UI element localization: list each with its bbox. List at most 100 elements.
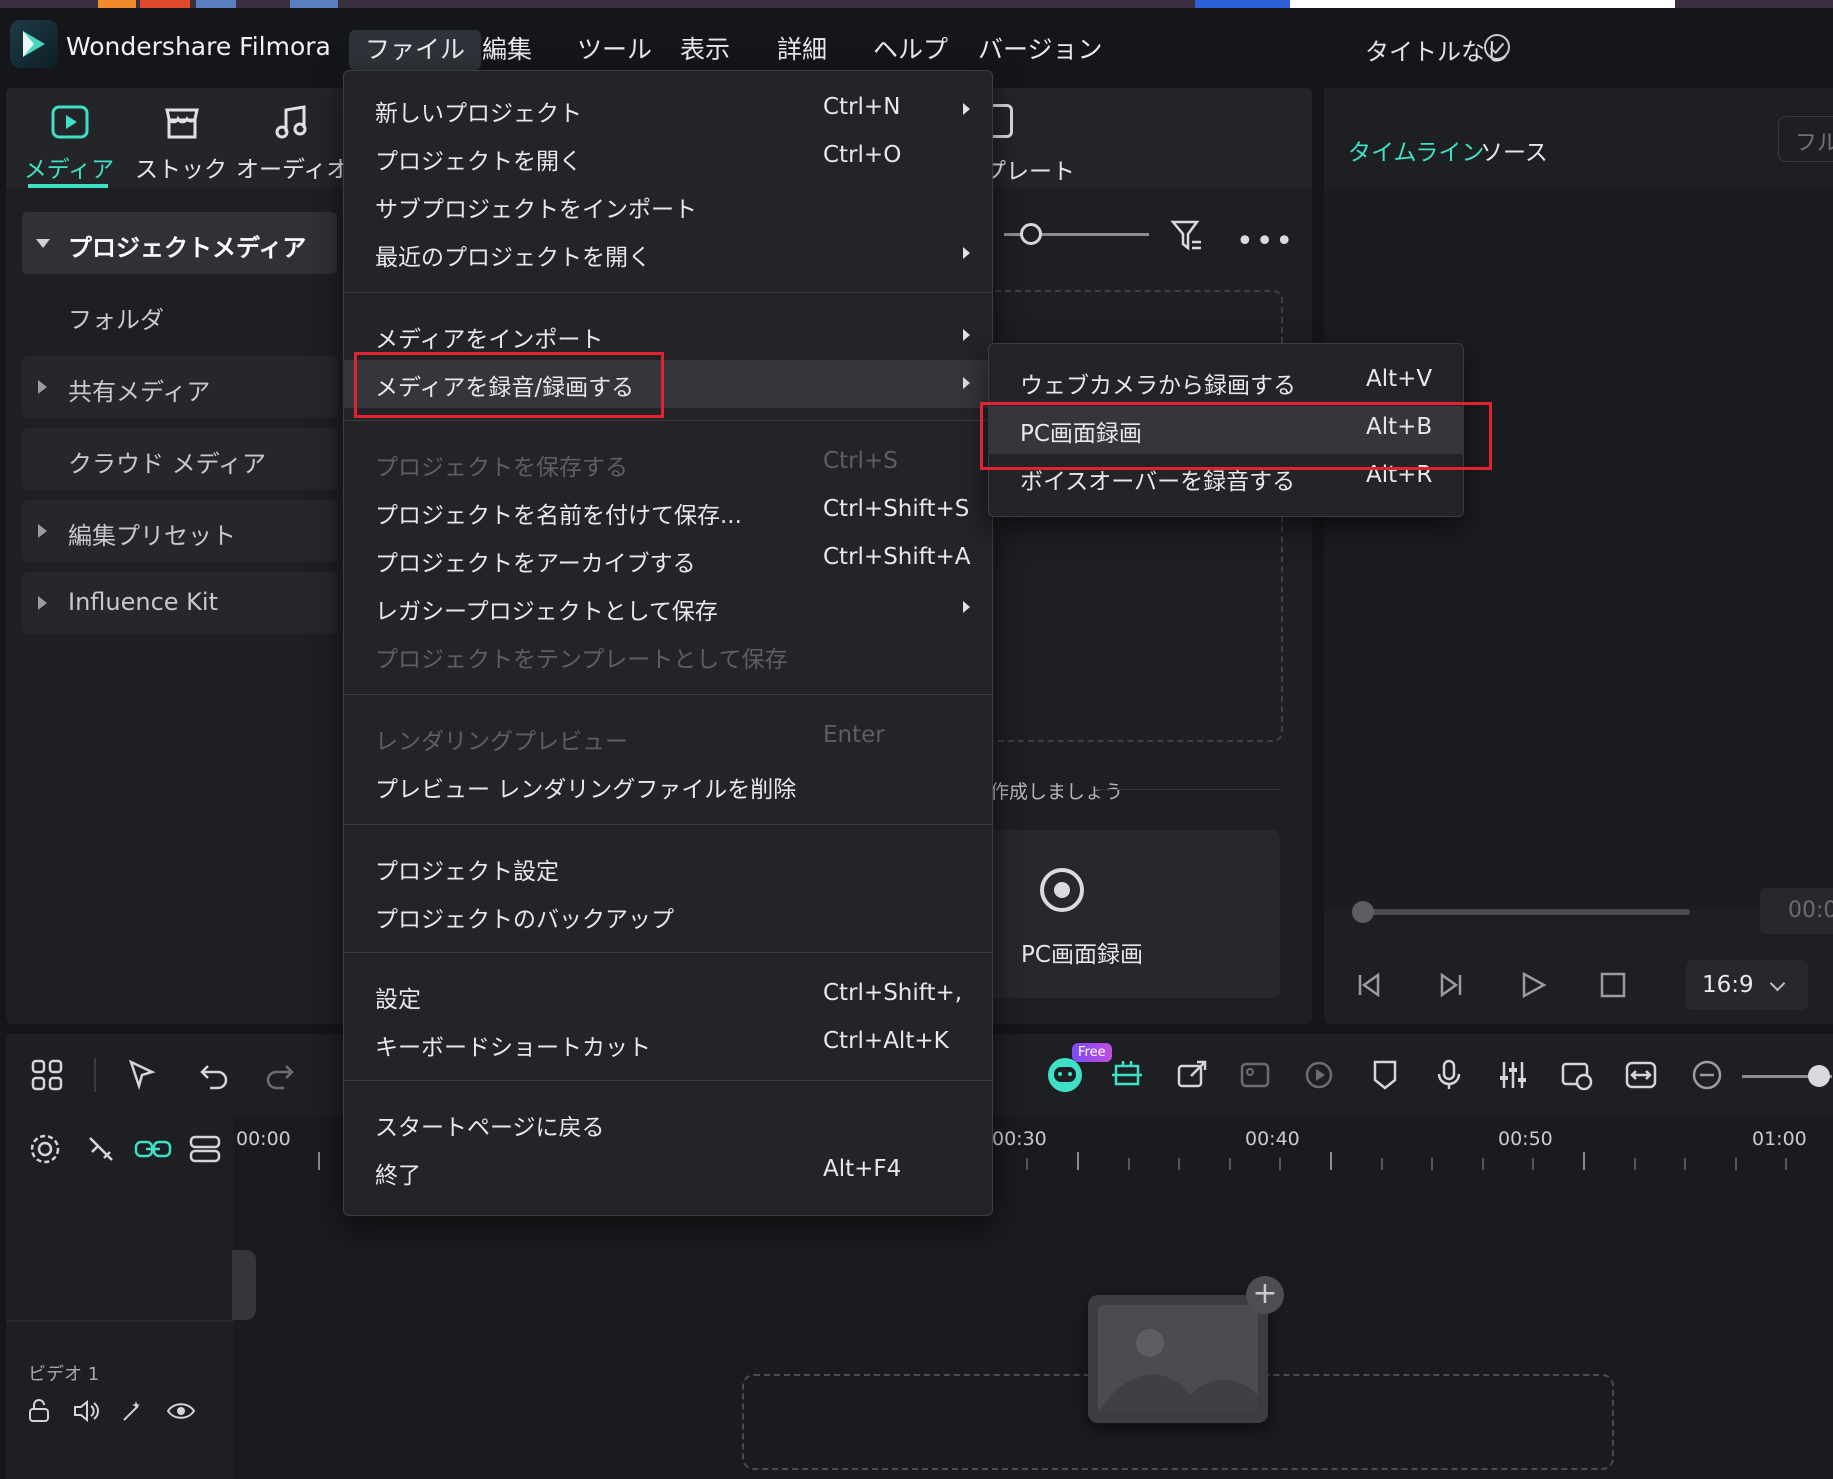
ruler-tick [1279,1158,1281,1170]
file-menu-item[interactable]: プレビュー レンダリングファイルを削除 [343,762,993,810]
microphone-icon[interactable] [1432,1058,1466,1092]
play-icon[interactable] [1518,970,1548,1000]
track-manage-icon[interactable] [188,1132,222,1166]
ruler-tick [1178,1158,1180,1170]
sidebar-item-edit-presets[interactable]: 編集プリセット [22,500,337,562]
ruler-label: 00:30 [992,1128,1047,1150]
file-menu-item[interactable]: 設定 Ctrl+Shift+, [343,972,993,1020]
tab-template-label[interactable]: プレート [983,152,1075,186]
marker-icon[interactable] [1368,1058,1402,1092]
file-menu-item[interactable]: プロジェクト設定 [343,844,993,892]
file-menu-item[interactable]: スタートページに戻る [343,1100,993,1148]
file-menu-item[interactable]: プロジェクトを開く Ctrl+O [343,134,993,182]
track-collapse-handle[interactable] [232,1250,256,1320]
filter-icon[interactable] [1170,218,1204,252]
layout-grid-icon[interactable] [30,1058,64,1092]
magic-wand-icon[interactable] [120,1398,146,1424]
sidebar-item-influence-kit[interactable]: Influence Kit [22,572,337,634]
menubar-version[interactable]: バージョン [962,30,1119,70]
zoom-out-icon[interactable] [1690,1058,1724,1092]
menu-item-shortcut: Ctrl+Alt+K [823,1028,949,1054]
ruler-tick [1330,1152,1332,1170]
submenu-arrow-icon [963,329,970,341]
pc-screen-record-card[interactable] [985,830,1280,998]
menu-separator [344,292,992,293]
speed-icon[interactable] [1302,1058,1336,1092]
link-icon[interactable] [134,1132,172,1166]
submenu-arrow-icon [963,103,970,115]
eye-icon[interactable] [166,1398,196,1424]
sidebar-item-shared-media[interactable]: 共有メディア [22,356,337,418]
unlink-icon[interactable] [84,1132,118,1166]
audio-mixer-icon[interactable] [1496,1058,1530,1092]
menu-item-label: プロジェクトを保存する [375,455,628,481]
full-quality-button[interactable]: フル [1778,116,1833,162]
export-clip-icon[interactable] [1175,1058,1209,1092]
chevron-down-icon [36,239,50,248]
file-menu-item[interactable]: キーボードショートカット Ctrl+Alt+K [343,1020,993,1068]
image-adjust-icon[interactable] [1238,1058,1272,1092]
image-placeholder-icon [1098,1305,1258,1413]
tab-audio[interactable]: オーディオ [236,98,350,188]
menu-separator [344,952,992,953]
ruler-tick [1583,1152,1585,1170]
menubar-edit[interactable]: 編集 [466,30,548,70]
undo-icon[interactable] [198,1058,232,1092]
menu-item-label: プロジェクトをアーカイブする [375,551,696,577]
redo-icon[interactable] [262,1058,296,1092]
add-media-plus-icon[interactable]: + [1246,1276,1284,1314]
menu-item-shortcut: Enter [823,722,885,748]
sidebar-item-cloud-media[interactable]: クラウド メディア [22,428,337,490]
sidebar-item-project-media[interactable]: プロジェクトメディア [22,212,337,274]
file-menu-item[interactable]: プロジェクトをアーカイブする Ctrl+Shift+A [343,536,993,584]
fit-timeline-icon[interactable] [1624,1058,1658,1092]
tab-media[interactable]: メディア [14,98,124,188]
menubar-tools[interactable]: ツール [561,30,668,70]
playback-progress-bar[interactable] [1360,909,1690,915]
stop-icon[interactable] [1598,970,1628,1000]
menubar-help[interactable]: ヘルプ [857,30,964,70]
select-tool-icon[interactable] [126,1058,160,1092]
menu-item-label: プロジェクト設定 [375,859,559,885]
menu-item-label: ウェブカメラから録画する [1020,373,1296,399]
app-name: Wondershare Filmora [66,32,331,61]
speaker-icon[interactable] [72,1398,100,1424]
tab-stock[interactable]: ストック [126,98,236,188]
timeline-zoom-knob[interactable] [1808,1065,1830,1087]
file-menu-item[interactable]: レガシープロジェクトとして保存 [343,584,993,632]
preview-canvas [1324,190,1833,910]
submenu-arrow-icon [963,247,970,259]
auto-reframe-icon[interactable] [1110,1058,1144,1092]
file-menu-item[interactable]: プロジェクトを名前を付けて保存... Ctrl+Shift+S [343,488,993,536]
media-icon [51,105,89,139]
playback-progress-knob[interactable] [1352,901,1374,923]
file-menu-item[interactable]: 終了 Alt+F4 [343,1148,993,1196]
file-menu-item[interactable]: プロジェクトのバックアップ [343,892,993,940]
previous-frame-icon[interactable] [1354,970,1384,1000]
top-accent-strip [0,0,1833,8]
menu-item-shortcut: Ctrl+Shift+A [823,544,971,570]
tab-source[interactable]: ソース [1480,133,1548,167]
menubar-advanced[interactable]: 詳細 [761,30,843,70]
file-menu-item[interactable]: サブプロジェクトをインポート [343,182,993,230]
thumbnail-size-slider-knob[interactable] [1020,223,1042,245]
record-submenu-item[interactable]: ウェブカメラから録画する Alt+V [988,358,1464,406]
file-menu-item[interactable]: 最近のプロジェクトを開く [343,230,993,278]
settings-gear-icon[interactable] [28,1132,62,1166]
ruler-tick [1532,1158,1534,1170]
tab-audio-label: オーディオ [236,157,350,183]
next-frame-icon[interactable] [1436,970,1466,1000]
menu-item-shortcut: Ctrl+Shift+S [823,496,970,522]
record-icon [1040,868,1084,912]
sidebar-item-folder[interactable]: フォルダ [22,284,337,346]
pip-icon[interactable] [1560,1058,1594,1092]
ruler-tick [1077,1152,1079,1170]
tab-timeline[interactable]: タイムライン [1348,133,1484,167]
more-options-icon[interactable]: ••• [1236,224,1295,259]
menu-item-label: プレビュー レンダリングファイルを削除 [375,777,797,803]
ruler-tick [1785,1158,1787,1170]
menubar-file[interactable]: ファイル [349,30,482,70]
lock-icon[interactable] [26,1398,52,1424]
menubar-view[interactable]: 表示 [664,30,746,70]
file-menu-item[interactable]: 新しいプロジェクト Ctrl+N [343,86,993,134]
